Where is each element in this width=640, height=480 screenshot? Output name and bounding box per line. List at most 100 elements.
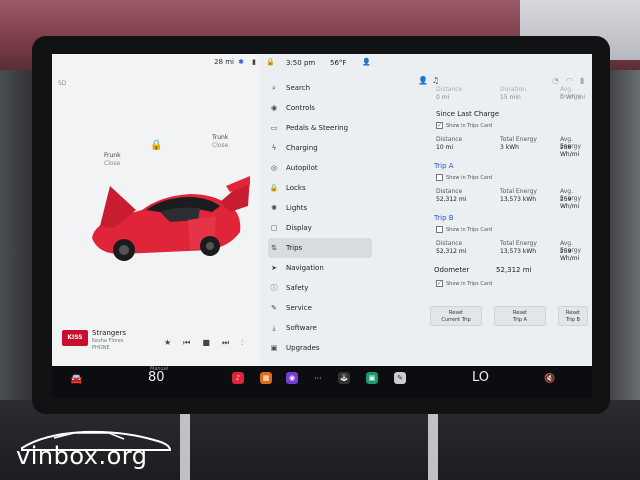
button-line: Trip A: [513, 317, 527, 323]
trip-a-distance-value: 52,312 mi: [436, 196, 467, 203]
menu-item-search[interactable]: ⌕ Search: [268, 78, 372, 98]
menu-item-navigation[interactable]: ➤ Navigation: [268, 258, 372, 278]
menu-item-autopilot[interactable]: ◎ Autopilot: [268, 158, 372, 178]
camera-app-icon[interactable]: ▣: [366, 372, 378, 384]
menu-item-trips[interactable]: ⇅ Trips: [268, 238, 372, 258]
trip-b-show-checkbox[interactable]: Show in Trips Card: [436, 226, 492, 233]
menu-label: Charging: [286, 144, 318, 152]
car-panel: SD 28 mi ✱ ▮ Frunk Close Trunk Close 🔒 ⚡: [52, 54, 260, 366]
next-track-icon[interactable]: ⏭: [222, 338, 229, 348]
menu-label: Pedals & Steering: [286, 124, 349, 132]
bag-icon: ▣: [270, 344, 278, 352]
media-extra: PHONE: [92, 345, 110, 351]
steering-wheel-icon: ◎: [270, 164, 278, 172]
lock-status-icon[interactable]: 🔒: [266, 58, 275, 66]
profile-icon[interactable]: 👤: [362, 58, 371, 66]
reset-current-trip-button[interactable]: Reset Current Trip: [430, 306, 482, 326]
current-distance-label: Distance: [436, 86, 463, 93]
light-icon: ✺: [271, 204, 277, 212]
menu-item-upgrades[interactable]: ▣ Upgrades: [268, 338, 372, 358]
previous-track-icon[interactable]: ⏮: [183, 338, 190, 348]
trip-a-avg-value: 259 Wh/mi: [560, 196, 580, 210]
trip-b-energy-label: Total Energy: [500, 240, 537, 247]
favorite-star-icon[interactable]: ★: [164, 338, 171, 348]
volume-mute-icon[interactable]: 🔇: [544, 374, 555, 384]
menu-label: Search: [286, 84, 311, 92]
menu-label: Display: [286, 224, 312, 232]
more-apps-icon[interactable]: ···: [314, 374, 322, 383]
menu-item-software[interactable]: ⤓ Software: [268, 318, 372, 338]
checkbox-label: Show in Trips Card: [446, 226, 493, 233]
clock: 3:50 pm: [286, 59, 316, 67]
driver-temperature[interactable]: 80: [148, 370, 165, 385]
car-icon: ▭: [270, 124, 278, 132]
slc-avg-value: 288 Wh/mi: [560, 144, 580, 158]
trip-a-title: Trip A: [434, 162, 454, 170]
menu-item-pedals-steering[interactable]: ▭ Pedals & Steering: [268, 118, 372, 138]
current-duration-label: Duration: [500, 86, 527, 93]
artist-name: Kesha Flores: [92, 338, 124, 344]
menu-item-lights[interactable]: ✺ Lights: [268, 198, 372, 218]
podcast-app-icon[interactable]: ◉: [286, 372, 298, 384]
current-duration-value: 15 min: [500, 94, 521, 101]
safety-icon: ⓘ: [270, 284, 278, 292]
stop-icon[interactable]: ■: [202, 338, 210, 348]
slc-distance-label: Distance: [436, 136, 463, 143]
trip-a-show-checkbox[interactable]: Show in Trips Card: [436, 174, 492, 181]
artist-info: Kesha Flores PHONE: [92, 338, 123, 352]
trips-panel: 👤 ♫ ◔ ◠ ▮ Distance 0 mi Duration 15 min …: [372, 74, 592, 366]
odometer-label: Odometer: [434, 266, 470, 274]
lock-icon: 🔒: [269, 184, 279, 192]
header-icons: 👤 ♫ ◔ ◠ ▮: [374, 76, 590, 88]
song-title: Strangers: [92, 329, 127, 337]
checkbox-checked: ✓: [436, 122, 443, 129]
trip-b-avg-value: 259 Wh/mi: [560, 248, 580, 262]
passenger-temperature[interactable]: LO: [472, 370, 489, 385]
trip-a-energy-label: Total Energy: [500, 188, 537, 195]
station-logo[interactable]: KISS: [62, 330, 88, 346]
equalizer-icon[interactable]: ⫶: [241, 338, 243, 348]
slc-show-checkbox[interactable]: ✓ Show in Trips Card: [436, 122, 492, 129]
reset-trip-b-button[interactable]: Reset Trip B: [558, 306, 588, 326]
navigation-icon: ➤: [271, 264, 277, 272]
status-left: 28 mi ✱ ▮: [52, 54, 260, 74]
wifi-icon[interactable]: ◠: [566, 76, 573, 85]
media-player: KISS Strangers Kesha Flores PHONE ★ ⏮ ■ …: [52, 322, 260, 366]
menu-item-display[interactable]: ▢ Display: [268, 218, 372, 238]
checkbox-unchecked: [436, 226, 443, 233]
signal-icon: ▮: [252, 58, 256, 66]
music-app-icon[interactable]: ♪: [232, 372, 244, 384]
menu-label: Trips: [286, 244, 303, 252]
joystick-app-icon[interactable]: 🕹: [338, 372, 350, 384]
range-readout: 28 mi: [214, 58, 234, 66]
notes-app-icon[interactable]: ✎: [394, 372, 406, 384]
calendar-app-icon[interactable]: ▦: [260, 372, 272, 384]
reset-trip-a-button[interactable]: Reset Trip A: [494, 306, 546, 326]
user-icon[interactable]: 👤: [418, 76, 428, 85]
odometer-show-checkbox[interactable]: ✓ Show in Trips Card: [436, 280, 492, 287]
menu-label: Controls: [286, 104, 315, 112]
menu-item-controls[interactable]: ◉ Controls: [268, 98, 372, 118]
menu-item-service[interactable]: ✎ Service: [268, 298, 372, 318]
menu-label: Lights: [286, 204, 308, 212]
seat-icon[interactable]: ◔: [552, 76, 559, 85]
menu-item-safety[interactable]: ⓘ Safety: [268, 278, 372, 298]
menu-label: Navigation: [286, 264, 324, 272]
menu-item-charging[interactable]: ϟ Charging: [268, 138, 372, 158]
checkbox-label: Show in Trips Card: [446, 122, 493, 129]
display-icon: ▢: [270, 224, 278, 232]
trip-b-distance-value: 52,312 mi: [436, 248, 467, 255]
since-last-charge-title: Since Last Charge: [436, 110, 500, 118]
trip-b-distance-label: Distance: [436, 240, 463, 247]
button-line: Reset: [449, 310, 463, 316]
car-dock-icon[interactable]: 🚘: [70, 374, 82, 385]
menu-label: Locks: [286, 184, 306, 192]
trip-a-energy-value: 13,573 kWh: [500, 196, 537, 203]
menu-label: Safety: [286, 284, 309, 292]
menu-item-locks[interactable]: 🔒 Locks: [268, 178, 372, 198]
bluetooth-icon[interactable]: ✱: [238, 58, 244, 66]
bell-icon[interactable]: ♫: [432, 76, 439, 85]
slc-distance-value: 10 mi: [436, 144, 454, 151]
car-illustration: [92, 176, 250, 261]
checkbox-label: Show in Trips Card: [446, 280, 493, 287]
